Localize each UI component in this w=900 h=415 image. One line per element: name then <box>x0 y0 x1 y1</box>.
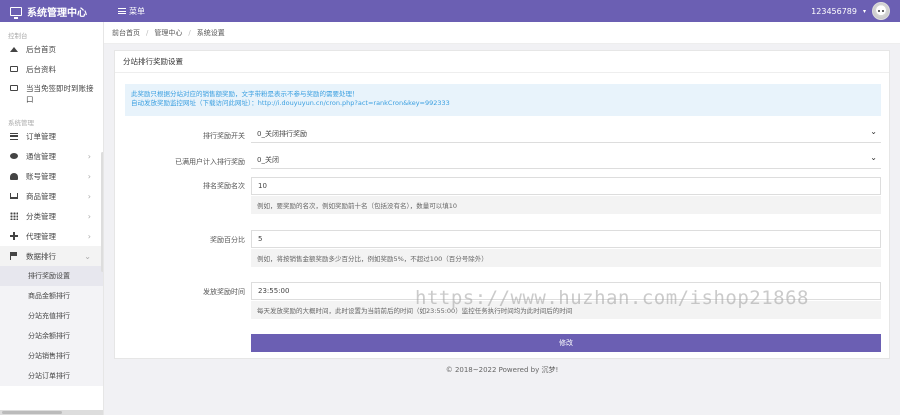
reward-switch-label: 排行奖励开关 <box>203 132 245 140</box>
plus-icon <box>10 232 18 240</box>
sidebar-item-label: 后台首页 <box>26 44 56 54</box>
sidebar-horizontal-scrollbar[interactable] <box>0 410 103 415</box>
list-icon <box>10 132 18 140</box>
app-title: 系统管理中心 <box>27 7 87 19</box>
card-title: 分站排行奖励设置 <box>115 51 889 73</box>
chevron-right-icon: › <box>87 172 91 181</box>
sidebar-item-label: 当当免签即时到账接口 <box>26 84 94 104</box>
avatar[interactable] <box>872 2 890 20</box>
sidebar-item-profile[interactable]: 后台资料 <box>0 59 103 79</box>
sidebar-item-categories[interactable]: 分类管理 › <box>0 206 103 226</box>
settings-card: 分站排行奖励设置 此奖励只根据分站对应的销售额奖励，文字带粉是表示不参与奖励的需… <box>114 50 890 359</box>
reward-percent-label: 奖励百分比 <box>210 236 245 244</box>
caret-down-icon: ▾ <box>862 7 866 15</box>
sidebar-item-accounts[interactable]: 账号管理 › <box>0 166 103 186</box>
sidebar-section-console: 控制台 <box>8 32 28 40</box>
rank-count-label: 排名奖励名次 <box>203 182 245 190</box>
watermark: https://www.huzhan.com/ishop21868 <box>415 287 809 309</box>
sidebar-subitem-balance-ranking[interactable]: 分站余额排行 <box>0 326 103 346</box>
sidebar-item-orders[interactable]: 订单管理 <box>0 126 103 146</box>
reward-switch-select[interactable]: 0_关闭排行奖励 <box>251 125 881 143</box>
sidebar-item-label: 数据排行 <box>26 251 56 261</box>
sidebar-item-products[interactable]: 商品管理 › <box>0 186 103 206</box>
rank-count-help: 例如，要奖励的名次，例如奖励前十名（包括没有名），数量可以填10 <box>251 196 881 214</box>
info-notice: 此奖励只根据分站对应的销售额奖励，文字带粉是表示不参与奖励的需要处理！ 自动发放… <box>125 84 881 116</box>
sidebar-item-label: 分类管理 <box>26 211 56 221</box>
breadcrumb-admin[interactable]: 管理中心 <box>154 28 182 38</box>
home-icon <box>10 46 18 52</box>
sidebar-subitem-sales-ranking[interactable]: 分站销售排行 <box>0 346 103 366</box>
sidebar-item-messages[interactable]: 通信管理 › <box>0 146 103 166</box>
sidebar-item-payment-api[interactable]: 当当免签即时到账接口 <box>0 79 103 109</box>
sidebar-section-system: 系统管理 <box>8 119 34 127</box>
brand[interactable]: 系统管理中心 <box>0 4 104 19</box>
hamburger-icon <box>118 8 126 14</box>
sidebar-item-agents[interactable]: 代理管理 › <box>0 226 103 246</box>
footer: © 2018~2022 Powered by 沉梦! <box>445 366 559 374</box>
id-card-icon <box>10 85 18 91</box>
menu-label: 菜单 <box>129 6 145 16</box>
sidebar-subitem-recharge-ranking[interactable]: 分站充值排行 <box>0 306 103 326</box>
sidebar-subitem-reward-settings[interactable]: 排行奖励设置 <box>0 266 103 286</box>
sidebar-subitem-orders-ranking[interactable]: 分站订单排行 <box>0 366 103 386</box>
sidebar-item-label: 商品管理 <box>26 191 56 201</box>
top10-select[interactable]: 0_关闭 <box>251 151 881 169</box>
reward-percent-input[interactable]: 5 <box>251 230 881 248</box>
notice-cron-url: 自动发放奖励监控网址（下载访问此网址）：http://i.douyuyun.cn… <box>131 99 450 107</box>
sidebar-item-label: 订单管理 <box>26 131 56 141</box>
breadcrumb-current: 系统设置 <box>196 28 225 37</box>
user-menu[interactable]: 123456789 ▾ <box>811 0 890 22</box>
sidebar-item-label: 通信管理 <box>26 151 56 161</box>
monitor-icon <box>10 6 22 19</box>
chat-icon <box>10 153 18 159</box>
sidebar-subitem-product-ranking[interactable]: 商品金额排行 <box>0 286 103 306</box>
id-card-icon <box>10 66 18 72</box>
sidebar: 控制台 后台首页 后台资料 当当免签即时到账接口 系统管理 订单管理 通信管理 … <box>0 22 104 415</box>
sidebar-item-label: 代理管理 <box>26 231 56 241</box>
chevron-right-icon: › <box>87 152 91 161</box>
breadcrumb: 前台首页 / 管理中心 / 系统设置 <box>104 22 900 44</box>
reward-percent-help: 例如，将按销售金额奖励多少百分比，例如奖励5%，不超过100（百分号除外） <box>251 249 881 267</box>
sidebar-item-rankings[interactable]: 数据排行 ⌄ <box>0 246 103 266</box>
breadcrumb-separator: / <box>188 28 191 37</box>
chevron-down-icon: ⌄ <box>84 252 91 261</box>
user-icon <box>10 172 18 180</box>
chevron-right-icon: › <box>87 212 91 221</box>
breadcrumb-separator: / <box>146 28 149 37</box>
notice-line: 此奖励只根据分站对应的销售额奖励，文字带粉是表示不参与奖励的需要处理！ <box>131 90 359 98</box>
submit-button[interactable]: 修改 <box>251 334 881 352</box>
cart-icon <box>10 193 18 199</box>
sidebar-item-label: 账号管理 <box>26 171 56 181</box>
breadcrumb-home[interactable]: 前台首页 <box>112 28 140 38</box>
grid-icon <box>10 212 18 220</box>
chevron-right-icon: › <box>87 192 91 201</box>
reward-time-label: 发放奖励时间 <box>203 288 245 296</box>
username: 123456789 <box>811 6 857 16</box>
top10-label: 已满用户计入排行奖励 <box>175 158 245 166</box>
sidebar-item-label: 后台资料 <box>26 64 56 74</box>
menu-toggle-button[interactable]: 菜单 <box>118 6 145 17</box>
sidebar-scrollbar[interactable] <box>101 152 103 272</box>
flag-icon <box>10 252 18 260</box>
rank-count-input[interactable]: 10 <box>251 177 881 195</box>
top-navbar: 系统管理中心 菜单 123456789 ▾ <box>0 0 900 22</box>
chevron-right-icon: › <box>87 232 91 241</box>
sidebar-item-home[interactable]: 后台首页 <box>0 39 103 59</box>
